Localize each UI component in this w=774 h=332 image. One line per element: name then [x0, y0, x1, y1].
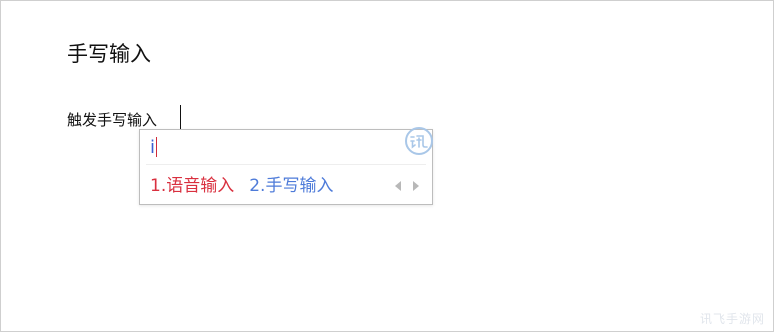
- ime-divider: [146, 164, 426, 165]
- app-window: 手写输入 触发手写输入 i 1.语音输入 2.手写输入 讯飞手游网: [0, 0, 774, 332]
- ime-candidate-panel: i 1.语音输入 2.手写输入: [139, 127, 433, 205]
- candidate-handwriting-input[interactable]: 2.手写输入: [249, 174, 333, 198]
- ime-composition-area[interactable]: i: [150, 136, 158, 160]
- candidate-voice-input[interactable]: 1.语音输入: [150, 174, 234, 198]
- triangle-right-icon[interactable]: [412, 180, 420, 192]
- composition-caret: [156, 137, 158, 157]
- triangle-left-icon[interactable]: [394, 180, 402, 192]
- ime-composition-text: i: [150, 137, 156, 158]
- ime-candidate-list: 1.语音输入 2.手写输入: [150, 174, 333, 198]
- iflytek-logo-icon: [405, 127, 433, 155]
- watermark: 讯飞手游网: [699, 312, 765, 326]
- page-title: 手写输入: [67, 42, 151, 66]
- editor-text[interactable]: 触发手写输入: [67, 109, 157, 131]
- text-caret: [180, 105, 181, 129]
- candidate-pager: [394, 180, 420, 192]
